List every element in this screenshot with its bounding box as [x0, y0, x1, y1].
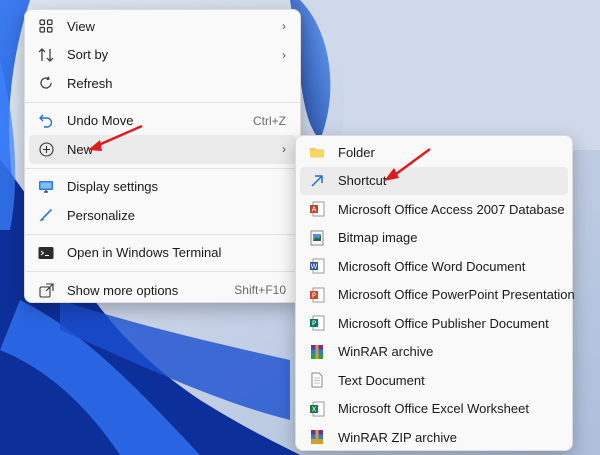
- menu-item-refresh[interactable]: Refresh: [29, 69, 296, 98]
- submenu-item-label: Microsoft Office Excel Worksheet: [338, 401, 529, 417]
- menu-item-show-more-options[interactable]: Show more options Shift+F10: [29, 276, 296, 305]
- menu-separator: [25, 167, 300, 169]
- menu-separator: [25, 233, 300, 235]
- grid-icon: [37, 17, 55, 35]
- submenu-item-label: Bitmap image: [338, 230, 418, 246]
- submenu-item-label: Microsoft Office Word Document: [338, 258, 526, 274]
- submenu-item-excel-worksheet[interactable]: X Microsoft Office Excel Worksheet: [300, 395, 568, 424]
- menu-item-undo-move[interactable]: Undo Move Ctrl+Z: [29, 107, 296, 136]
- plus-circle-icon: [37, 140, 55, 158]
- menu-item-personalize[interactable]: Personalize: [29, 201, 296, 230]
- sort-icon: [37, 46, 55, 64]
- menu-item-label: View: [67, 18, 95, 34]
- shortcut-icon: [308, 172, 326, 190]
- submenu-item-bitmap-image[interactable]: Bitmap image: [300, 224, 568, 253]
- access-icon: A: [308, 200, 326, 218]
- submenu-item-access-database[interactable]: A Microsoft Office Access 2007 Database: [300, 195, 568, 224]
- menu-item-label: New: [67, 141, 94, 157]
- menu-item-new[interactable]: New ›: [29, 135, 296, 164]
- submenu-item-label: WinRAR archive: [338, 344, 434, 360]
- menu-item-label: Sort by: [67, 47, 109, 63]
- chevron-right-icon: ›: [282, 19, 286, 34]
- menu-item-label: Undo Move: [67, 113, 134, 129]
- terminal-icon: [37, 244, 55, 262]
- publisher-icon: P: [308, 314, 326, 332]
- winrar-zip-icon: [308, 428, 326, 446]
- menu-separator: [25, 271, 300, 272]
- menu-item-label: Refresh: [67, 75, 113, 91]
- menu-item-label: Display settings: [67, 179, 159, 195]
- shortcut-hint: Shift+F10: [234, 283, 286, 298]
- chevron-right-icon: ›: [282, 142, 286, 157]
- submenu-item-powerpoint-presentation[interactable]: P Microsoft Office PowerPoint Presentati…: [300, 281, 575, 310]
- submenu-item-winrar-archive[interactable]: WinRAR archive: [300, 338, 568, 367]
- display-icon: [37, 178, 55, 196]
- shortcut-hint: Ctrl+Z: [253, 113, 286, 128]
- powerpoint-icon: P: [308, 286, 326, 304]
- word-icon: W: [308, 257, 326, 275]
- svg-text:A: A: [312, 206, 317, 214]
- menu-item-open-terminal[interactable]: Open in Windows Terminal: [29, 239, 296, 268]
- submenu-item-label: Text Document: [338, 372, 425, 388]
- submenu-item-text-document[interactable]: Text Document: [300, 366, 568, 395]
- excel-icon: X: [308, 400, 326, 418]
- context-menu: View › Sort by › Refresh Undo Move Ctrl+…: [24, 9, 301, 303]
- submenu-item-shortcut[interactable]: Shortcut: [300, 166, 568, 195]
- brush-icon: [37, 206, 55, 224]
- submenu-item-label: Microsoft Office Publisher Document: [338, 315, 549, 331]
- submenu-item-winrar-zip-archive[interactable]: WinRAR ZIP archive: [300, 423, 568, 452]
- menu-item-sort-by[interactable]: Sort by ›: [29, 41, 296, 70]
- chevron-right-icon: ›: [282, 47, 286, 62]
- submenu-item-folder[interactable]: Folder: [300, 138, 568, 167]
- menu-item-label: Show more options: [67, 282, 179, 298]
- submenu-item-publisher-document[interactable]: P Microsoft Office Publisher Document: [300, 309, 568, 338]
- share-icon: [37, 281, 55, 299]
- bitmap-icon: [308, 229, 326, 247]
- submenu-item-word-document[interactable]: W Microsoft Office Word Document: [300, 252, 568, 281]
- svg-text:P: P: [312, 291, 316, 299]
- svg-text:P: P: [312, 320, 316, 328]
- submenu-item-label: Microsoft Office PowerPoint Presentation: [338, 287, 575, 303]
- undo-icon: [37, 112, 55, 130]
- menu-item-view[interactable]: View ›: [29, 12, 296, 41]
- submenu-item-label: WinRAR ZIP archive: [338, 429, 457, 445]
- refresh-icon: [37, 74, 55, 92]
- menu-item-label: Open in Windows Terminal: [67, 245, 222, 261]
- svg-text:X: X: [312, 405, 317, 413]
- winrar-icon: [308, 343, 326, 361]
- new-submenu: Folder Shortcut A Microsoft Office Acces…: [295, 135, 575, 452]
- svg-text:W: W: [311, 263, 318, 271]
- submenu-item-label: Microsoft Office Access 2007 Database: [338, 201, 565, 217]
- folder-icon: [308, 143, 326, 161]
- text-document-icon: [308, 371, 326, 389]
- menu-item-label: Personalize: [67, 207, 135, 223]
- menu-separator: [25, 101, 300, 103]
- submenu-item-label: Folder: [338, 144, 375, 160]
- submenu-item-label: Shortcut: [338, 173, 387, 189]
- menu-item-display-settings[interactable]: Display settings: [29, 173, 296, 202]
